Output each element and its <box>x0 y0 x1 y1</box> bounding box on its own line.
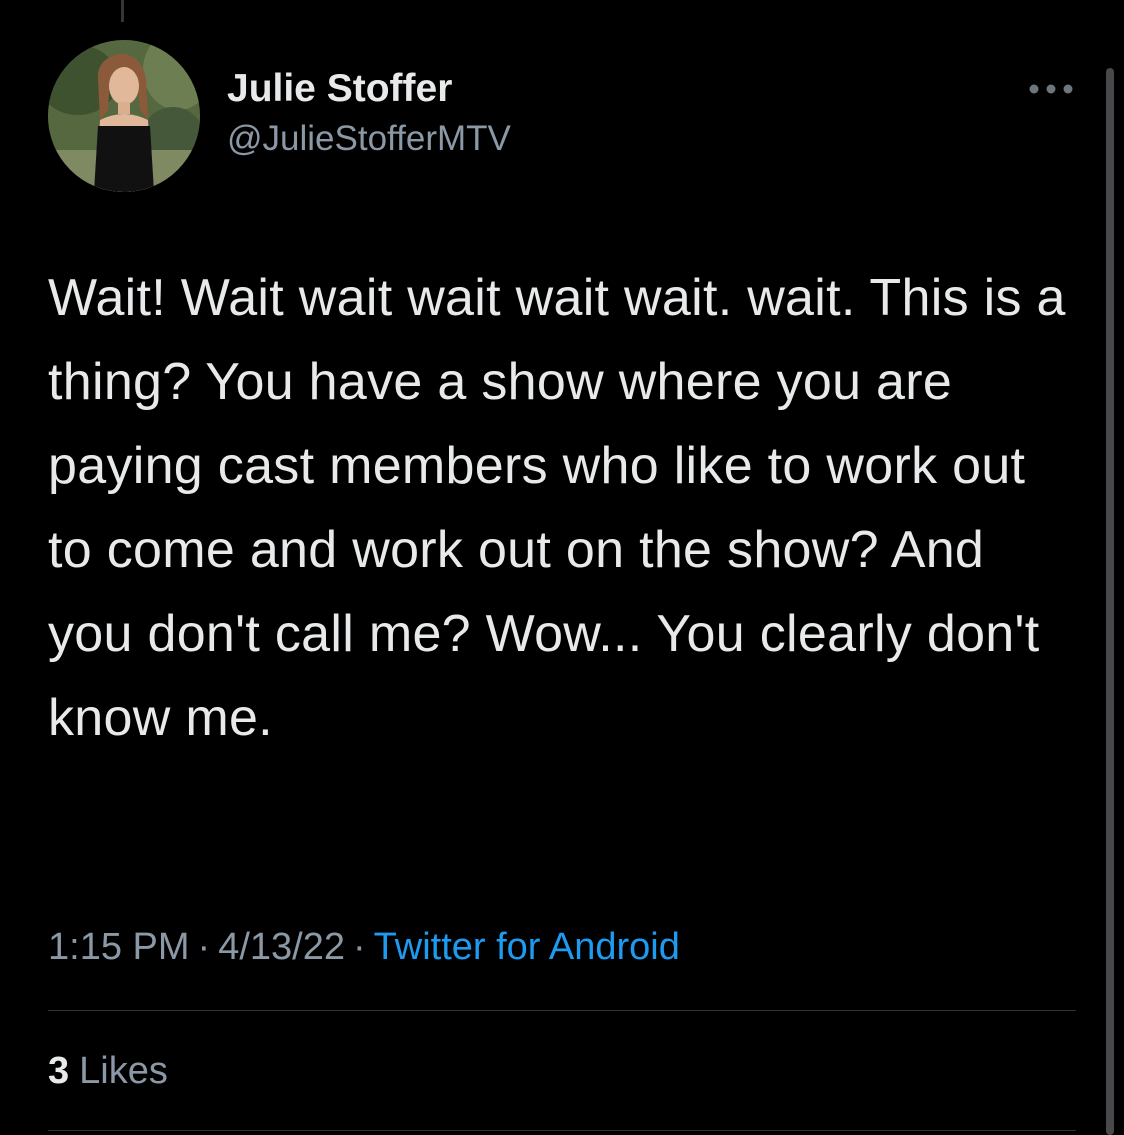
divider <box>48 1130 1076 1131</box>
more-horizontal-icon <box>1029 84 1073 94</box>
metadata-separator: · <box>352 926 366 968</box>
metadata-separator: · <box>197 926 211 968</box>
tweet-source-link[interactable]: Twitter for Android <box>374 926 680 968</box>
likes-stat[interactable]: 3 Likes <box>48 1044 168 1098</box>
avatar-photo <box>48 40 200 192</box>
tweet-date[interactable]: 4/13/22 <box>218 926 345 968</box>
thread-connector-line <box>121 0 124 22</box>
divider <box>48 1010 1076 1011</box>
tweet-metadata: 1:15 PM · 4/13/22 · Twitter for Android <box>48 920 680 974</box>
avatar[interactable] <box>48 40 200 192</box>
likes-label: Likes <box>79 1050 168 1092</box>
tweet-time[interactable]: 1:15 PM <box>48 926 190 968</box>
more-options-button[interactable] <box>1024 70 1078 108</box>
author-display-name[interactable]: Julie Stoffer <box>227 64 511 114</box>
tweet-author: Julie Stoffer @JulieStofferMTV <box>227 64 511 162</box>
author-handle[interactable]: @JulieStofferMTV <box>227 116 511 162</box>
scrollbar[interactable] <box>1106 68 1114 1135</box>
likes-count: 3 <box>48 1050 70 1092</box>
tweet-text: Wait! Wait wait wait wait wait. wait. Th… <box>48 269 1066 747</box>
